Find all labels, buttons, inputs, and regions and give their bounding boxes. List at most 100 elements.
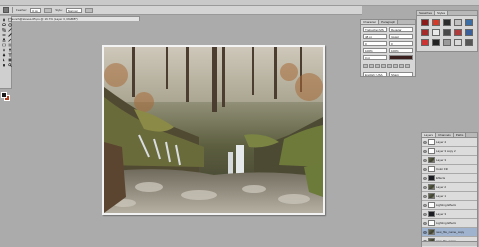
history-brush-tool-icon[interactable]	[7, 38, 12, 42]
style-swatch[interactable]	[432, 39, 440, 46]
tab-styles[interactable]: Styles	[435, 11, 449, 15]
style-swatch[interactable]	[465, 39, 473, 46]
tab-swatches[interactable]: Swatches	[417, 11, 436, 15]
layer-name: Layer 2	[436, 185, 447, 189]
layer-name: Lighting Effects	[436, 221, 457, 225]
document-tab[interactable]: My Launch@stoves-65.ps @ 16.7% (Layer 3,…	[2, 16, 140, 21]
style-swatch[interactable]	[465, 29, 473, 36]
lasso-tool-icon[interactable]	[1, 23, 6, 27]
layer-row[interactable]: Layer 4	[422, 138, 477, 147]
layer-thumbnail	[428, 157, 435, 163]
hand-tool-icon[interactable]	[1, 63, 6, 67]
tracking-field[interactable]: 0	[389, 41, 413, 46]
clone-stamp-tool-icon[interactable]	[1, 38, 6, 42]
layer-row[interactable]: Layer 3	[422, 210, 477, 219]
visibility-eye-icon[interactable]	[423, 212, 427, 216]
anti-alias-select[interactable]: Sharp	[389, 72, 413, 77]
foreground-color-swatch[interactable]	[1, 92, 7, 98]
tab-character[interactable]: Character	[361, 20, 380, 24]
style-swatch[interactable]	[465, 19, 473, 26]
crop-tool-icon[interactable]	[1, 28, 6, 32]
strikethrough-button[interactable]	[405, 64, 410, 68]
style-swatch[interactable]	[443, 19, 451, 26]
brush-tool-icon[interactable]	[7, 33, 12, 37]
eraser-tool-icon[interactable]	[1, 43, 6, 47]
eyedropper-tool-icon[interactable]	[7, 28, 12, 32]
path-select-tool-icon[interactable]	[1, 58, 6, 62]
layers-footer-toolbar[interactable]	[422, 241, 477, 246]
superscript-button[interactable]	[387, 64, 392, 68]
layer-row[interactable]: Layer 3 copy 2	[422, 147, 477, 156]
style-select[interactable]: Normal	[65, 7, 82, 13]
vertical-scale-field[interactable]: 100%	[363, 48, 387, 53]
style-swatch[interactable]	[432, 19, 440, 26]
small-caps-button[interactable]	[381, 64, 386, 68]
tab-paths[interactable]: Paths	[453, 133, 467, 137]
layers-panel: Layers Channels Paths Layer 4 Layer 3 cop…	[421, 132, 478, 247]
kerning-field[interactable]: 0	[363, 41, 387, 46]
quick-select-tool-icon[interactable]	[7, 23, 12, 27]
visibility-eye-icon[interactable]	[423, 194, 427, 198]
layer-row[interactable]: Lighting Effects	[422, 201, 477, 210]
style-swatch[interactable]	[454, 29, 462, 36]
refine-edge-button[interactable]	[84, 7, 93, 13]
document-canvas[interactable]	[102, 45, 325, 215]
underline-button[interactable]	[399, 64, 404, 68]
visibility-eye-icon[interactable]	[423, 140, 427, 144]
style-swatch[interactable]	[443, 39, 451, 46]
move-tool-icon[interactable]	[1, 18, 6, 22]
feather-field[interactable]: 0 px	[30, 7, 42, 13]
faux-italic-button[interactable]	[369, 64, 374, 68]
layer-row[interactable]: Layer 1	[422, 192, 477, 201]
font-size-field[interactable]: 48 pt	[363, 34, 387, 39]
visibility-eye-icon[interactable]	[423, 149, 427, 153]
layer-row[interactable]: Effects	[422, 174, 477, 183]
horizontal-scale-field[interactable]: 100%	[389, 48, 413, 53]
visibility-eye-icon[interactable]	[423, 158, 427, 162]
layer-row[interactable]: Layer 3	[422, 156, 477, 165]
all-caps-button[interactable]	[375, 64, 380, 68]
style-swatch[interactable]	[454, 39, 462, 46]
marquee-tool-icon[interactable]	[7, 18, 12, 22]
tab-channels[interactable]: Channels	[436, 133, 454, 137]
style-swatch[interactable]	[421, 19, 429, 26]
layer-row[interactable]: Layer 2	[422, 183, 477, 192]
visibility-eye-icon[interactable]	[423, 230, 427, 234]
style-swatch[interactable]	[454, 19, 462, 26]
type-tool-icon[interactable]	[7, 53, 12, 57]
dodge-tool-icon[interactable]	[7, 48, 12, 52]
visibility-eye-icon[interactable]	[423, 203, 427, 207]
blur-tool-icon[interactable]	[1, 48, 6, 52]
style-swatch[interactable]	[432, 29, 440, 36]
pen-tool-icon[interactable]	[1, 53, 6, 57]
current-tool-icon[interactable]	[3, 7, 9, 13]
layer-name: Layer 3	[436, 158, 447, 162]
font-family-select[interactable]: Trebuchet MS	[363, 27, 387, 32]
text-color-swatch[interactable]	[389, 55, 413, 60]
layer-row[interactable]: new_file_name_copy	[422, 228, 477, 237]
subscript-button[interactable]	[393, 64, 398, 68]
anti-alias-toggle[interactable]	[44, 7, 53, 13]
visibility-eye-icon[interactable]	[423, 185, 427, 189]
baseline-shift-field[interactable]: 0 pt	[363, 55, 387, 60]
shape-tool-icon[interactable]	[7, 58, 12, 62]
layer-row[interactable]: Color Fill	[422, 165, 477, 174]
language-select[interactable]: English: USA	[363, 72, 387, 77]
tab-layers[interactable]: Layers	[422, 133, 437, 137]
visibility-eye-icon[interactable]	[423, 221, 427, 225]
visibility-eye-icon[interactable]	[423, 176, 427, 180]
healing-brush-tool-icon[interactable]	[1, 33, 6, 37]
layer-thumbnail	[428, 148, 435, 154]
character-panel: Character Paragraph Trebuchet MS Regular…	[360, 19, 416, 77]
tab-paragraph[interactable]: Paragraph	[379, 20, 399, 24]
font-style-select[interactable]: Regular	[389, 27, 413, 32]
zoom-tool-icon[interactable]	[7, 63, 12, 67]
style-swatch[interactable]	[443, 29, 451, 36]
style-swatch[interactable]	[421, 39, 429, 46]
style-swatch[interactable]	[421, 29, 429, 36]
leading-field[interactable]: (Auto)	[389, 34, 413, 39]
gradient-tool-icon[interactable]	[7, 43, 12, 47]
faux-bold-button[interactable]	[363, 64, 368, 68]
visibility-eye-icon[interactable]	[423, 167, 427, 171]
layer-row[interactable]: Lighting Effects	[422, 219, 477, 228]
